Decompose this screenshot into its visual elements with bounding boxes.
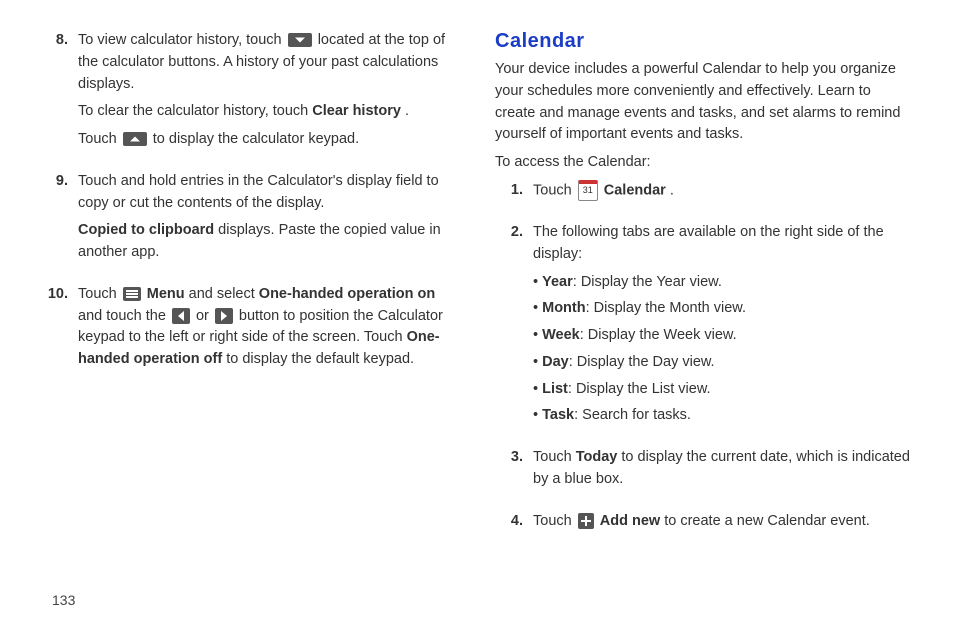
- text: Touch and hold entries in the Calculator…: [78, 171, 459, 215]
- calendar-intro: Your device includes a powerful Calendar…: [495, 59, 914, 146]
- text: Touch: [533, 449, 576, 465]
- collapse-icon: [123, 132, 147, 146]
- step-8: 8. To view calculator history, touch loc…: [40, 30, 459, 157]
- cal-step-1: 1. Touch 31 Calendar .: [495, 180, 914, 208]
- step-10: 10. Touch Menu and select One-handed ope…: [40, 284, 459, 377]
- step-number: 3.: [495, 447, 533, 497]
- cal-step-4: 4. Touch Add new to create a new Calenda…: [495, 511, 914, 539]
- text: .: [405, 103, 409, 119]
- text: to create a new Calendar event.: [664, 513, 870, 529]
- text: To clear the calculator history, touch: [78, 103, 312, 119]
- clear-history-label: Clear history: [312, 103, 401, 119]
- step-body: Touch and hold entries in the Calculator…: [78, 171, 459, 270]
- step-number: 8.: [40, 30, 78, 157]
- bullet-day: Day: Display the Day view.: [533, 352, 914, 374]
- calendar-label: Calendar: [604, 182, 666, 198]
- arrow-left-icon: [172, 308, 190, 324]
- text: Touch: [78, 131, 121, 147]
- plus-icon: [578, 513, 594, 529]
- left-column: 8. To view calculator history, touch loc…: [40, 30, 477, 616]
- add-new-label: Add new: [600, 513, 660, 529]
- copied-label: Copied to clipboard: [78, 222, 214, 238]
- today-label: Today: [576, 449, 618, 465]
- text: or: [196, 308, 213, 324]
- calendar-heading: Calendar: [495, 30, 914, 53]
- cal-step-2: 2. The following tabs are available on t…: [495, 222, 914, 433]
- text: .: [670, 182, 674, 198]
- menu-icon: [123, 287, 141, 301]
- tab-bullets: Year: Display the Year view. Month: Disp…: [533, 272, 914, 428]
- bullet-year: Year: Display the Year view.: [533, 272, 914, 294]
- one-handed-on-label: One-handed operation on: [259, 286, 435, 302]
- bullet-week: Week: Display the Week view.: [533, 325, 914, 347]
- right-column: Calendar Your device includes a powerful…: [477, 30, 914, 616]
- text: The following tabs are available on the …: [533, 222, 914, 266]
- text: To view calculator history, touch: [78, 32, 286, 48]
- text: Touch: [78, 286, 121, 302]
- menu-label: Menu: [147, 286, 185, 302]
- text: Touch: [533, 182, 576, 198]
- step-number: 2.: [495, 222, 533, 433]
- step-body: To view calculator history, touch locate…: [78, 30, 459, 157]
- page-number: 133: [52, 592, 75, 608]
- bullet-list: List: Display the List view.: [533, 379, 914, 401]
- text: to display the default keypad.: [226, 351, 414, 367]
- calendar-access: To access the Calendar:: [495, 154, 914, 170]
- step-number: 9.: [40, 171, 78, 270]
- bullet-task: Task: Search for tasks.: [533, 405, 914, 427]
- step-number: 10.: [40, 284, 78, 377]
- step-body: Touch Add new to create a new Calendar e…: [533, 511, 914, 539]
- bullet-month: Month: Display the Month view.: [533, 298, 914, 320]
- step-body: Touch 31 Calendar .: [533, 180, 914, 208]
- step-number: 1.: [495, 180, 533, 208]
- step-body: The following tabs are available on the …: [533, 222, 914, 433]
- arrow-right-icon: [215, 308, 233, 324]
- manual-page: 8. To view calculator history, touch loc…: [0, 0, 954, 636]
- dropdown-icon: [288, 33, 312, 47]
- step-9: 9. Touch and hold entries in the Calcula…: [40, 171, 459, 270]
- text: and select: [189, 286, 259, 302]
- text: and touch the: [78, 308, 170, 324]
- step-number: 4.: [495, 511, 533, 539]
- step-body: Touch Menu and select One-handed operati…: [78, 284, 459, 377]
- text: Touch: [533, 513, 576, 529]
- text: to display the calculator keypad.: [153, 131, 359, 147]
- step-body: Touch Today to display the current date,…: [533, 447, 914, 497]
- calendar-icon: 31: [578, 180, 598, 201]
- cal-step-3: 3. Touch Today to display the current da…: [495, 447, 914, 497]
